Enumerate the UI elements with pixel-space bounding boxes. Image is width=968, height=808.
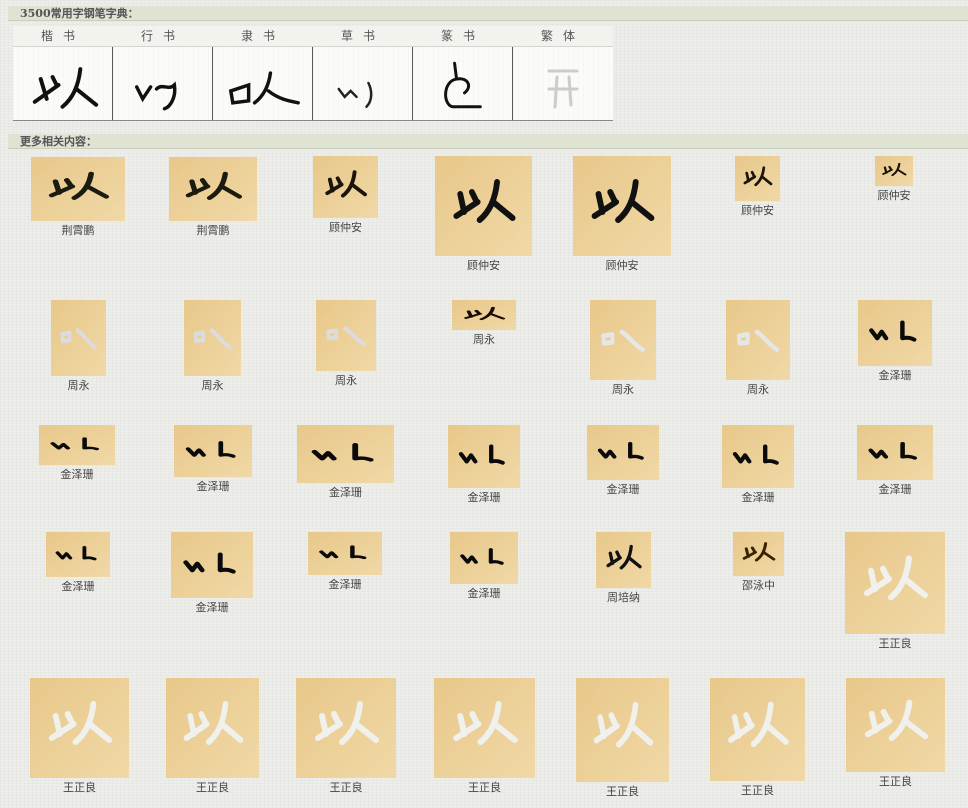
glyph-xingshu [113,47,213,120]
calligraphy-thumbnail[interactable] [722,425,794,488]
thumbnail-caption[interactable]: 顾仲安 [698,202,818,218]
calligraphy-thumbnail[interactable] [308,532,382,575]
calligraphy-thumbnail[interactable] [858,300,932,366]
thumbnail-caption[interactable]: 顾仲安 [424,257,544,273]
thumbnail-caption[interactable]: 王正良 [20,779,140,795]
calligraphy-thumbnail[interactable] [46,532,110,577]
column-kaishu[interactable]: 楷书 [13,26,113,46]
thumbnail-caption[interactable]: 周永 [424,331,544,347]
calligraphy-thumbnail[interactable] [452,300,516,330]
thumbnail-caption[interactable]: 荆霄鹏 [153,222,273,238]
column-zhuanshu[interactable]: 篆书 [413,26,513,46]
thumbnail-caption[interactable]: 王正良 [836,773,956,789]
thumbnail-caption[interactable]: 顾仲安 [834,187,954,203]
thumbnail-caption[interactable]: 金泽珊 [152,599,272,615]
thumbnail-caption[interactable]: 金泽珊 [563,481,683,497]
calligraphy-thumbnail[interactable] [573,156,671,256]
glyph-fanti [513,47,613,120]
thumbnail-caption[interactable]: 金泽珊 [424,489,544,505]
calligraphy-thumbnail[interactable] [587,425,659,480]
calligraphy-thumbnail[interactable] [448,425,520,488]
calligraphy-thumbnail[interactable] [596,532,651,588]
calligraphy-thumbnail[interactable] [31,157,125,221]
calligraphy-thumbnail[interactable] [576,678,669,782]
calligraphy-thumbnail[interactable] [845,532,945,634]
thumbnail-caption[interactable]: 王正良 [153,779,273,795]
thumbnail-caption[interactable]: 金泽珊 [286,484,406,500]
calligraphy-thumbnail[interactable] [875,156,913,186]
glyph-zhuanshu [413,47,513,120]
calligraphy-thumbnail[interactable] [30,678,129,778]
column-xingshu[interactable]: 行书 [113,26,213,46]
section-header-dictionary: 3500常用字钢笔字典： [8,6,968,21]
column-fanti[interactable]: 繁体 [513,26,613,46]
column-caoshu[interactable]: 草书 [313,26,413,46]
thumbnail-caption[interactable]: 邵泳中 [699,577,819,593]
calligraphy-thumbnail[interactable] [184,300,241,376]
calligraphy-thumbnail[interactable] [39,425,115,465]
thumbnail-caption[interactable]: 王正良 [286,779,406,795]
thumbnail-caption[interactable]: 金泽珊 [17,466,137,482]
thumbnail-caption[interactable]: 周永 [286,372,406,388]
calligraphy-thumbnail[interactable] [733,532,784,576]
thumbnail-caption[interactable]: 周永 [563,381,683,397]
dictionary-header-row: 楷书 行书 隶书 草书 篆书 繁体 [13,26,613,47]
thumbnail-caption[interactable]: 顾仲安 [286,219,406,235]
glyph-lishu [213,47,313,120]
calligraphy-thumbnail[interactable] [171,532,253,598]
calligraphy-thumbnail[interactable] [297,425,394,483]
calligraphy-thumbnail[interactable] [169,157,257,221]
thumbnail-caption[interactable]: 金泽珊 [835,481,955,497]
thumbnail-caption[interactable]: 金泽珊 [835,367,955,383]
thumbnail-caption[interactable]: 荆霄鹏 [18,222,138,238]
calligraphy-thumbnail[interactable] [450,532,518,584]
thumbnail-caption[interactable]: 顾仲安 [562,257,682,273]
thumbnail-caption[interactable]: 周培纳 [564,589,684,605]
thumbnail-caption[interactable]: 王正良 [835,635,955,651]
dictionary-glyph-row [13,47,613,121]
calligraphy-thumbnail[interactable] [857,425,933,480]
thumbnail-caption[interactable]: 周永 [698,381,818,397]
column-lishu[interactable]: 隶书 [213,26,313,46]
thumbnail-caption[interactable]: 金泽珊 [698,489,818,505]
calligraphy-thumbnail[interactable] [710,678,805,781]
section-header-related: 更多相关内容： [8,134,968,149]
thumbnail-caption[interactable]: 金泽珊 [424,585,544,601]
glyph-caoshu [313,47,413,120]
calligraphy-thumbnail[interactable] [846,678,945,772]
thumbnail-caption[interactable]: 周永 [153,377,273,393]
calligraphy-thumbnail[interactable] [726,300,790,380]
calligraphy-thumbnail[interactable] [166,678,259,778]
calligraphy-thumbnail[interactable] [735,156,780,201]
thumbnail-caption[interactable]: 王正良 [698,782,818,798]
thumbnail-caption[interactable]: 金泽珊 [153,478,273,494]
thumbnail-caption[interactable]: 周永 [19,377,139,393]
thumbnail-caption[interactable]: 王正良 [425,779,545,795]
glyph-kaishu [13,47,113,120]
calligraphy-thumbnail[interactable] [434,678,535,778]
calligraphy-thumbnail[interactable] [316,300,376,371]
calligraphy-thumbnail[interactable] [435,156,532,256]
calligraphy-thumbnail[interactable] [590,300,656,380]
thumbnail-caption[interactable]: 金泽珊 [285,576,405,592]
thumbnail-caption[interactable]: 王正良 [563,783,683,799]
calligraphy-thumbnail[interactable] [51,300,106,376]
calligraphy-dictionary-table: 楷书 行书 隶书 草书 篆书 繁体 [13,26,613,121]
calligraphy-thumbnail[interactable] [174,425,252,477]
calligraphy-thumbnail[interactable] [313,156,378,218]
calligraphy-thumbnail[interactable] [296,678,396,778]
thumbnail-caption[interactable]: 金泽珊 [18,578,138,594]
